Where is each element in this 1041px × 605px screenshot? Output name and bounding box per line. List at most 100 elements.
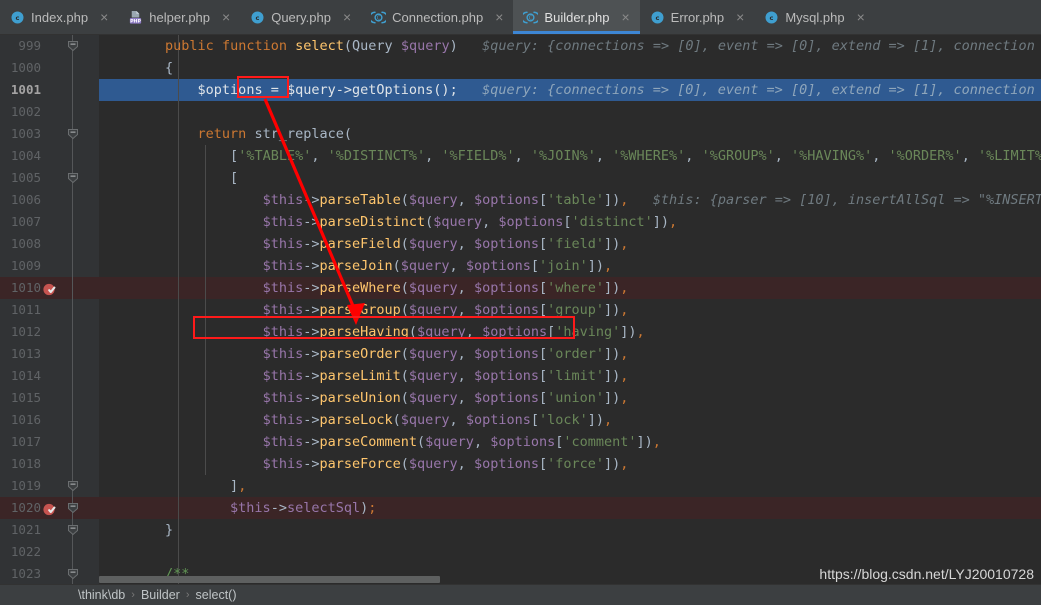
code-token: 'limit' — [547, 368, 605, 384]
editor-tab-helper-php[interactable]: PHP helper.php × — [118, 0, 241, 34]
code-token: ( — [400, 456, 409, 472]
fold-collapse-icon[interactable] — [66, 167, 80, 189]
code-text: $this->parseTable($query, $options['tabl… — [99, 189, 1041, 211]
editor-tab-mysql-php[interactable]: c Mysql.php × — [754, 0, 875, 34]
editor-tab-builder-php[interactable]: C Builder.php × — [513, 0, 640, 34]
editor-gutter[interactable]: 1003 — [0, 123, 99, 145]
editor-tab-connection-php[interactable]: C Connection.php × — [361, 0, 514, 34]
editor-gutter[interactable]: 1011 — [0, 299, 99, 321]
editor-gutter[interactable]: 1019 — [0, 475, 99, 497]
close-icon[interactable]: × — [98, 10, 110, 24]
breakpoint-verified-icon[interactable] — [43, 281, 57, 296]
editor-gutter[interactable]: 1016 — [0, 409, 99, 431]
code-line[interactable]: 1011 $this->parseGroup($query, $options[… — [0, 299, 1041, 321]
code-line[interactable]: 1014 $this->parseLimit($query, $options[… — [0, 365, 1041, 387]
editor-gutter[interactable]: 1014 — [0, 365, 99, 387]
code-line[interactable]: 1019 ], — [0, 475, 1041, 497]
editor-gutter[interactable]: 1007 — [0, 211, 99, 233]
close-icon[interactable]: × — [493, 10, 505, 24]
editor-gutter[interactable]: 1004 — [0, 145, 99, 167]
code-line[interactable]: 1004 ['%TABLE%', '%DISTINCT%', '%FIELD%'… — [0, 145, 1041, 167]
close-icon[interactable]: × — [855, 10, 867, 24]
editor-gutter[interactable]: 1008 — [0, 233, 99, 255]
editor-tab-index-php[interactable]: c Index.php × — [0, 0, 119, 34]
fold-collapse-icon[interactable] — [66, 35, 80, 57]
breadcrumb-item[interactable]: select() — [196, 588, 237, 602]
code-line[interactable]: 1013 $this->parseOrder($query, $options[… — [0, 343, 1041, 365]
code-token: [ — [538, 368, 548, 384]
editor-gutter[interactable]: 1001 — [0, 79, 99, 101]
code-line[interactable]: 1003 return str_replace( — [0, 123, 1041, 145]
editor-gutter[interactable]: 1000 — [0, 57, 99, 79]
code-line[interactable]: 1002 — [0, 101, 1041, 123]
code-token: ( — [400, 280, 409, 296]
code-line[interactable]: 1009 $this->parseJoin($query, $options['… — [0, 255, 1041, 277]
editor-gutter[interactable]: 1021 — [0, 519, 99, 541]
code-line[interactable]: 1007 $this->parseDistinct($query, $optio… — [0, 211, 1041, 233]
editor-tab-error-php[interactable]: c Error.php × — [639, 0, 755, 34]
code-line[interactable]: 999 public function select(Query $query)… — [0, 35, 1041, 57]
close-icon[interactable]: × — [220, 10, 232, 24]
fold-rail — [72, 321, 73, 343]
code-token: parseField — [319, 236, 401, 252]
fold-rail — [72, 431, 73, 453]
code-token: '%ORDER%' — [888, 148, 962, 164]
code-line[interactable]: 1016 $this->parseLock($query, $options['… — [0, 409, 1041, 431]
breadcrumb-item[interactable]: \think\db — [78, 588, 125, 602]
code-line[interactable]: 1000 { — [0, 57, 1041, 79]
editor-gutter[interactable]: 1017 — [0, 431, 99, 453]
code-token: '%WHERE%' — [612, 148, 686, 164]
code-token: select — [295, 38, 344, 54]
code-line[interactable]: 1006 $this->parseTable($query, $options[… — [0, 189, 1041, 211]
editor-gutter[interactable]: 1013 — [0, 343, 99, 365]
php-class-icon: c — [10, 10, 25, 25]
horizontal-scrollbar-thumb[interactable] — [99, 576, 440, 583]
editor-gutter[interactable]: 1015 — [0, 387, 99, 409]
fold-collapse-icon[interactable] — [66, 497, 80, 519]
editor-gutter[interactable]: 1006 — [0, 189, 99, 211]
editor-gutter[interactable]: 1020 — [0, 497, 99, 519]
editor-gutter[interactable]: 1010 — [0, 277, 99, 299]
code-line[interactable]: 1017 $this->parseComment($query, $option… — [0, 431, 1041, 453]
fold-collapse-icon[interactable] — [66, 519, 80, 541]
code-line[interactable]: 1001 $options = $query->getOptions(); $q… — [0, 79, 1041, 101]
editor-gutter[interactable]: 1005 — [0, 167, 99, 189]
editor-gutter[interactable]: 999 — [0, 35, 99, 57]
code-line[interactable]: 1012 $this->parseHaving($query, $options… — [0, 321, 1041, 343]
breadcrumb-item[interactable]: Builder — [141, 588, 180, 602]
code-token: 'group' — [547, 302, 605, 318]
close-icon[interactable]: × — [619, 10, 631, 24]
code-line[interactable]: 1021 } — [0, 519, 1041, 541]
code-token: -> — [303, 302, 320, 318]
code-token: , — [465, 324, 483, 340]
breakpoint-verified-icon[interactable] — [43, 501, 57, 516]
fold-collapse-icon[interactable] — [66, 475, 80, 497]
close-icon[interactable]: × — [341, 10, 353, 24]
close-icon[interactable]: × — [734, 10, 746, 24]
code-line[interactable]: 1020 $this->selectSql); — [0, 497, 1041, 519]
code-line[interactable]: 1010 $this->parseWhere($query, $options[… — [0, 277, 1041, 299]
fold-collapse-icon[interactable] — [66, 563, 80, 584]
editor-gutter[interactable]: 1023 — [0, 563, 99, 584]
editor-gutter[interactable]: 1022 — [0, 541, 99, 563]
code-line[interactable]: 1022 — [0, 541, 1041, 563]
code-line[interactable]: 1015 $this->parseUnion($query, $options[… — [0, 387, 1041, 409]
code-token: $this — [262, 368, 304, 384]
editor-gutter[interactable]: 1009 — [0, 255, 99, 277]
code-line[interactable]: 1005 [ — [0, 167, 1041, 189]
editor-gutter[interactable]: 1002 — [0, 101, 99, 123]
editor-gutter[interactable]: 1018 — [0, 453, 99, 475]
editor-gutter[interactable]: 1012 — [0, 321, 99, 343]
code-token: public — [165, 38, 214, 54]
code-line[interactable]: 1008 $this->parseField($query, $options[… — [0, 233, 1041, 255]
code-editor[interactable]: 999 public function select(Query $query)… — [0, 35, 1041, 584]
editor-tab-query-php[interactable]: c Query.php × — [240, 0, 362, 34]
code-token: parseTable — [319, 192, 401, 208]
code-line[interactable]: 1018 $this->parseForce($query, $options[… — [0, 453, 1041, 475]
fold-collapse-icon[interactable] — [66, 123, 80, 145]
